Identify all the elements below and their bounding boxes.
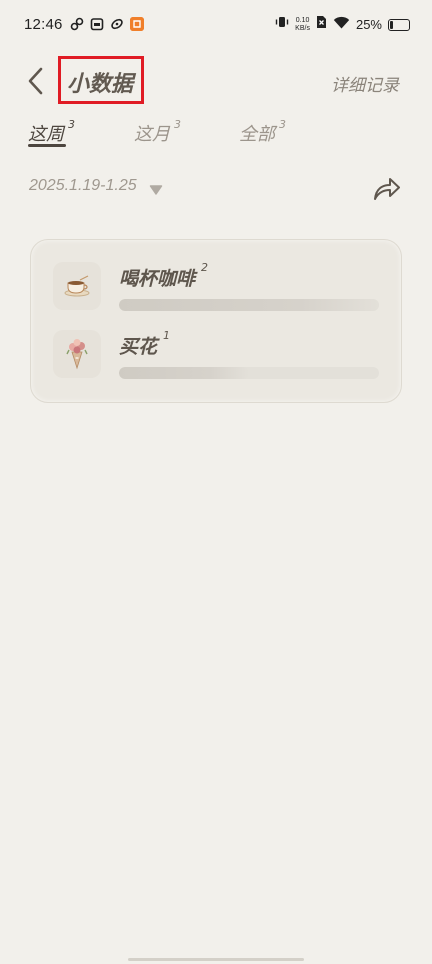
item-label: 买花 1: [119, 329, 171, 359]
tab-all[interactable]: 全部 3: [239, 118, 286, 146]
page-title: 小数据: [67, 72, 134, 97]
tab-this-week[interactable]: 这周 3: [28, 118, 75, 146]
coffee-cup-icon: [53, 262, 101, 310]
notification-icons: [70, 17, 144, 31]
active-tab-indicator: [28, 144, 66, 147]
tab-label: 这周: [28, 124, 64, 145]
share-button[interactable]: [372, 174, 402, 202]
item-label: 喝杯咖啡 2: [119, 261, 209, 291]
stats-card: 喝杯咖啡 2 买花 1: [30, 239, 402, 403]
share-arrow-icon: [374, 178, 400, 200]
tab-label: 全部: [239, 124, 275, 145]
battery-icon: [388, 18, 410, 31]
calendar-icon: [90, 17, 104, 31]
battery-level: [390, 20, 393, 29]
battery-percentage: 25%: [355, 17, 382, 32]
app-notification-icon: [130, 17, 144, 31]
flower-bouquet-icon: [53, 330, 101, 378]
item-progress-fill: [119, 299, 379, 311]
back-button[interactable]: [20, 64, 50, 98]
tab-count: 3: [279, 118, 286, 131]
item-name: 喝杯咖啡: [119, 268, 196, 290]
header: 小数据 详细记录: [0, 50, 432, 112]
item-progress-bar: [119, 299, 379, 311]
home-indicator[interactable]: [128, 958, 304, 961]
triangle-down-icon[interactable]: [149, 181, 163, 195]
sync-icon: [110, 17, 124, 31]
vibrate-icon: [275, 15, 289, 34]
tab-label: 这月: [134, 124, 170, 145]
item-count: 2: [201, 261, 209, 274]
net-speed-value: 0.10: [295, 16, 310, 24]
date-range[interactable]: 2025.1.19-1.25: [29, 177, 137, 195]
status-time: 12:46: [24, 16, 63, 33]
link-icon: [70, 17, 84, 31]
no-sim-icon: [316, 15, 327, 34]
net-speed-unit: KB/s: [295, 24, 310, 32]
item-progress-bar: [119, 367, 379, 379]
status-bar: 12:46 0.10 KB/s 25%: [0, 0, 432, 50]
item-progress-fill: [119, 367, 249, 379]
net-speed: 0.10 KB/s: [295, 17, 310, 33]
list-item[interactable]: 喝杯咖啡 2: [53, 261, 383, 314]
list-item[interactable]: 买花 1: [53, 329, 383, 382]
tab-count: 3: [174, 118, 181, 131]
item-count: 1: [163, 329, 171, 342]
chevron-left-icon: [28, 67, 43, 95]
date-row: 2025.1.19-1.25: [0, 170, 432, 206]
detail-records-link[interactable]: 详细记录: [331, 71, 399, 96]
item-name: 买花: [119, 336, 158, 358]
tab-this-month[interactable]: 这月 3: [134, 118, 181, 146]
wifi-icon: [333, 16, 350, 34]
tab-count: 3: [68, 118, 75, 131]
period-tabs: 这周 3 这月 3 全部 3: [0, 114, 432, 154]
status-right: 0.10 KB/s 25%: [275, 15, 410, 34]
